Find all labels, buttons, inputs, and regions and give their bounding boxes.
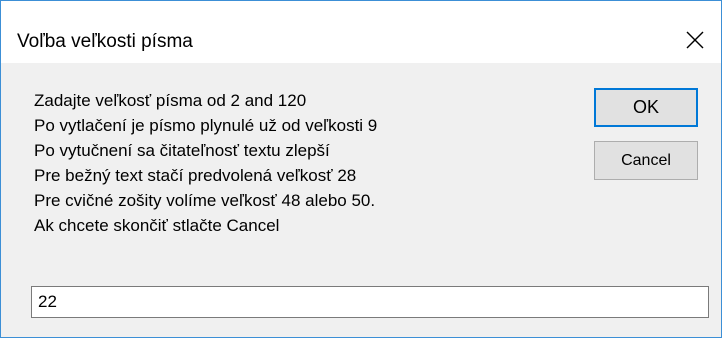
- ok-button[interactable]: OK: [594, 88, 698, 127]
- message-line: Zadajte veľkosť písma od 2 and 120: [34, 91, 307, 110]
- message-line: Pre cvičné zošity volíme veľkosť 48 aleb…: [34, 191, 376, 210]
- title-bar[interactable]: Voľba veľkosti písma: [1, 1, 721, 63]
- font-size-input[interactable]: [31, 286, 709, 318]
- close-icon: [686, 31, 704, 49]
- message-line: Ak chcete skončiť stlačte Cancel: [34, 216, 280, 235]
- input-dialog: Voľba veľkosti písma Zadajte veľkosť pís…: [0, 0, 722, 338]
- message-line: Po vytlačení je písmo plynulé už od veľk…: [34, 116, 378, 135]
- prompt-message: Zadajte veľkosť písma od 2 and 120 Po vy…: [34, 88, 574, 238]
- cancel-button[interactable]: Cancel: [594, 141, 698, 180]
- message-line: Po vytučnení sa čitateľnosť textu zlepší: [34, 141, 330, 160]
- close-button[interactable]: [669, 17, 721, 63]
- window-title: Voľba veľkosti písma: [17, 31, 193, 52]
- message-line: Pre bežný text stačí predvolená veľkosť …: [34, 166, 357, 185]
